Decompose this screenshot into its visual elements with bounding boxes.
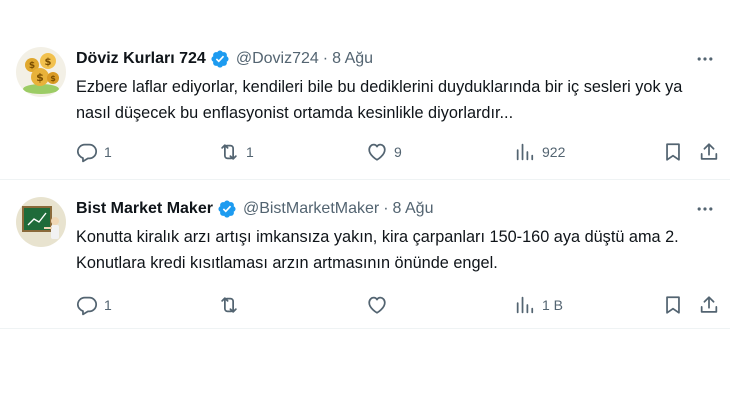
bookmark-button[interactable] (662, 140, 684, 164)
verified-badge-icon (210, 49, 230, 69)
like-count: 9 (394, 144, 402, 160)
retweet-icon (221, 144, 237, 160)
more-icon[interactable] (694, 48, 716, 70)
author-handle[interactable]: @Doviz724 (236, 50, 319, 68)
svg-text:$: $ (36, 71, 44, 84)
views-icon (516, 143, 534, 161)
share-icon (700, 296, 718, 313)
reply-icon (76, 143, 98, 163)
like-button[interactable]: 9 (366, 140, 402, 164)
tweet[interactable]: $ $ $ $ Döviz Kurları 724 @Doviz724 · 8 … (0, 36, 730, 180)
retweet-button[interactable] (218, 293, 246, 317)
separator: · (383, 200, 389, 217)
like-button[interactable] (366, 293, 394, 317)
tweet-text: Ezbere laflar ediyorlar, kendileri bile … (76, 78, 683, 122)
separator: · (322, 50, 329, 67)
bookmark-button[interactable] (662, 293, 684, 317)
reply-count: 1 (104, 144, 112, 160)
reply-button[interactable]: 1 (76, 140, 112, 164)
bookmark-icon (666, 296, 680, 314)
svg-text:$: $ (50, 74, 56, 83)
author-name[interactable]: Döviz Kurları 724 (76, 50, 206, 68)
svg-text:$: $ (45, 57, 52, 68)
author-name[interactable]: Bist Market Maker (76, 200, 213, 218)
views-button[interactable]: 1 B (514, 293, 563, 317)
verified-badge-icon (217, 199, 237, 219)
tweet-header: Bist Market Maker @BistMarketMaker · 8 A… (76, 198, 433, 220)
share-icon (700, 143, 718, 160)
views-count: 922 (542, 144, 566, 160)
more-icon[interactable] (694, 198, 716, 220)
retweet-count: 1 (246, 144, 254, 160)
tweet-actions: 1 1 B (70, 293, 730, 317)
like-icon (368, 143, 386, 161)
share-button[interactable] (698, 293, 720, 317)
svg-text:$: $ (29, 61, 35, 71)
retweet-button[interactable]: 1 (218, 140, 254, 164)
reply-button[interactable]: 1 (76, 293, 112, 317)
timestamp[interactable]: 8 Ağu (332, 50, 373, 68)
chalkboard-avatar-icon (16, 197, 66, 247)
retweet-icon (221, 297, 237, 313)
tweet-text: Konutta kiralık arzı artışı imkansıza ya… (76, 228, 679, 272)
tweet[interactable]: Bist Market Maker @BistMarketMaker · 8 A… (0, 181, 730, 329)
timestamp[interactable]: 8 Ağu (393, 200, 434, 218)
avatar[interactable] (16, 197, 66, 247)
share-button[interactable] (698, 140, 720, 164)
like-icon (368, 296, 386, 314)
views-icon (516, 296, 534, 314)
tweet-header: Döviz Kurları 724 @Doviz724 · 8 Ağu (76, 48, 373, 70)
reply-icon (76, 296, 98, 316)
reply-count: 1 (104, 297, 112, 313)
bookmark-icon (666, 143, 680, 161)
views-button[interactable]: 922 (514, 140, 565, 164)
views-count: 1 B (542, 297, 564, 313)
avatar[interactable]: $ $ $ $ (16, 47, 66, 97)
tweet-actions: 1 1 9 922 (70, 140, 730, 164)
author-handle[interactable]: @BistMarketMaker (243, 200, 379, 218)
dollar-coins-avatar-icon: $ $ $ $ (16, 47, 66, 97)
